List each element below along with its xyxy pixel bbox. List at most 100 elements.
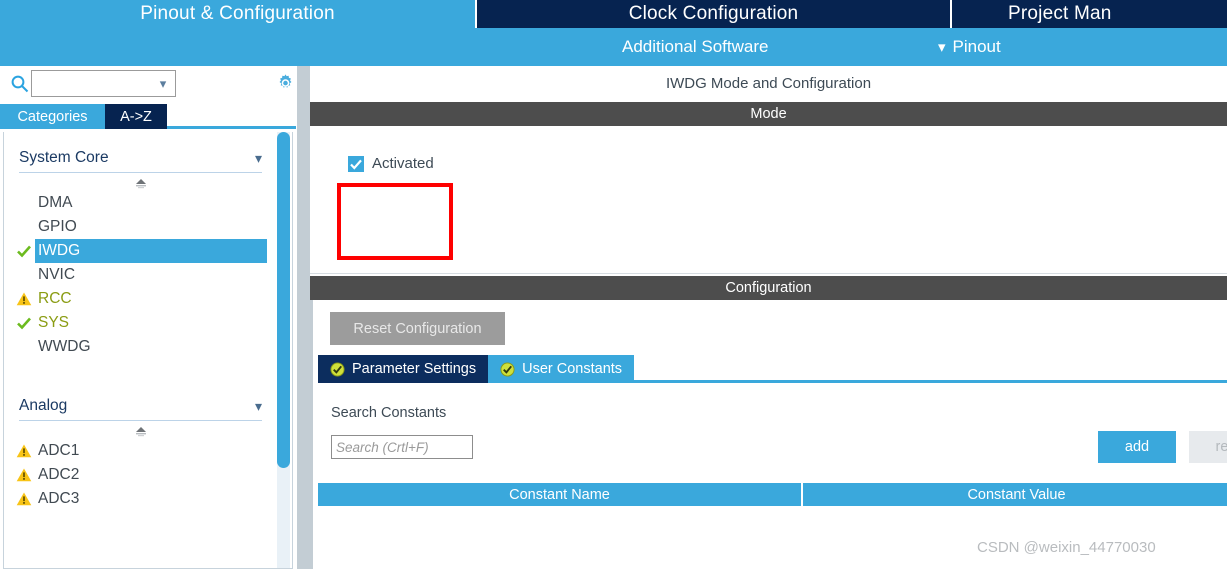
sidebar-item-adc2-label: ADC2 <box>38 466 80 483</box>
group-header-system-core-label: System Core <box>19 148 109 166</box>
constants-table-header: Constant Name Constant Value <box>318 483 1227 506</box>
search-constants-label-text: Search Constants <box>331 405 447 421</box>
tab-pinout-configuration-label: Pinout & Configuration <box>140 3 335 24</box>
add-constant-button[interactable]: add <box>1098 431 1176 463</box>
sidebar-item-rcc-label: RCC <box>38 290 72 307</box>
mode-section-body: Activated <box>310 126 1227 274</box>
tab-a-to-z-label: A->Z <box>120 108 152 125</box>
tab-user-constants[interactable]: User Constants <box>488 355 635 383</box>
sidebar-item-adc1[interactable]: ADC1 <box>4 439 277 463</box>
sidebar-item-iwdg[interactable]: IWDG <box>17 239 267 263</box>
peripheral-tree-content: System Core ▾ DMA GPIO IWDG NVIC RCC SYS… <box>4 132 277 568</box>
peripheral-tree: System Core ▾ DMA GPIO IWDG NVIC RCC SYS… <box>3 132 293 569</box>
panel-divider-scrollbar[interactable] <box>297 66 310 569</box>
chevron-down-icon: ▾ <box>254 397 262 414</box>
column-header-constant-name-label: Constant Name <box>509 486 610 503</box>
activated-checkbox[interactable] <box>348 155 364 172</box>
annotation-rectangle <box>337 183 453 260</box>
check-circle-icon <box>500 361 515 377</box>
mode-section-header: Mode <box>310 102 1227 126</box>
main-tab-bar: Pinout & Configuration Clock Configurati… <box>0 0 1227 28</box>
search-constants-input[interactable] <box>331 435 473 459</box>
tab-parameter-settings[interactable]: Parameter Settings <box>318 355 489 383</box>
watermark: CSDN @weixin_44770030 <box>977 539 1156 556</box>
add-constant-button-label: add <box>1124 439 1150 455</box>
remove-constant-button[interactable]: rem <box>1189 431 1227 463</box>
tab-pinout-configuration[interactable]: Pinout & Configuration <box>0 0 475 28</box>
tab-parameter-settings-label: Parameter Settings <box>352 361 477 377</box>
tab-clock-configuration-label: Clock Configuration <box>628 3 799 24</box>
secondary-bar: Additional Software ▾ Pinout <box>0 28 1227 66</box>
group-header-analog-label: Analog <box>19 396 68 414</box>
scroll-up-arrow-system-core[interactable] <box>4 175 277 191</box>
sidebar-item-nvic[interactable]: NVIC <box>4 263 277 287</box>
tab-categories[interactable]: Categories <box>0 104 105 129</box>
configuration-section-header: Configuration <box>310 276 1227 300</box>
sidebar-search-row: ▾ <box>0 66 296 101</box>
remove-constant-button-label: rem <box>1215 439 1227 455</box>
tab-project-manager[interactable]: Project Man <box>950 0 1227 28</box>
warning-icon <box>16 443 32 459</box>
configuration-section-label: Configuration <box>725 280 812 296</box>
search-icon <box>10 74 29 93</box>
peripheral-sidebar: ▾ Categories A->Z System Core ▾ DMA GPIO… <box>0 66 296 569</box>
page-title-label: IWDG Mode and Configuration <box>665 74 872 92</box>
tab-user-constants-label: User Constants <box>522 361 623 377</box>
column-header-constant-name[interactable]: Constant Name <box>318 483 803 506</box>
sidebar-item-wwdg-label: WWDG <box>38 338 91 355</box>
search-constants-label: Search Constants <box>331 405 446 421</box>
stm32cubemx-window: Pinout & Configuration Clock Configurati… <box>0 0 1227 569</box>
sidebar-item-adc1-label: ADC1 <box>38 442 80 459</box>
menu-pinout-label: Pinout <box>952 37 1001 56</box>
tab-categories-label: Categories <box>17 108 88 125</box>
warning-icon <box>16 491 32 507</box>
menu-additional-software[interactable]: Additional Software <box>622 28 768 66</box>
tab-a-to-z[interactable]: A->Z <box>105 104 167 129</box>
group-header-system-core[interactable]: System Core ▾ <box>19 143 262 173</box>
menu-additional-software-label: Additional Software <box>622 37 769 56</box>
warning-icon <box>16 467 32 483</box>
sidebar-item-adc2[interactable]: ADC2 <box>4 463 277 487</box>
check-icon <box>16 243 32 259</box>
activated-checkbox-label: Activated <box>372 155 434 172</box>
configuration-tab-bar: Parameter Settings User Constants <box>318 355 1227 383</box>
sidebar-scrollbar[interactable] <box>277 132 290 568</box>
warning-icon <box>16 291 32 307</box>
reset-configuration-button[interactable]: Reset Configuration <box>330 312 505 345</box>
tab-clock-configuration[interactable]: Clock Configuration <box>475 0 950 28</box>
sidebar-item-adc3[interactable]: ADC3 <box>4 487 277 511</box>
configuration-section-body: Reset Configuration Parameter Settings U… <box>310 300 1227 569</box>
constants-table-body <box>318 506 1227 569</box>
sidebar-scrollbar-thumb[interactable] <box>277 132 290 468</box>
sidebar-item-nvic-label: NVIC <box>38 266 76 283</box>
chevron-down-icon: ▾ <box>938 38 946 56</box>
sidebar-item-wwdg[interactable]: WWDG <box>4 335 277 359</box>
sidebar-item-sys[interactable]: SYS <box>4 311 277 335</box>
column-header-constant-value-label: Constant Value <box>967 486 1066 503</box>
sidebar-item-rcc[interactable]: RCC <box>4 287 277 311</box>
sidebar-item-gpio[interactable]: GPIO <box>4 215 277 239</box>
activated-checkbox-row[interactable]: Activated <box>348 155 434 172</box>
gear-icon[interactable] <box>275 73 296 94</box>
search-combobox[interactable]: ▾ <box>31 70 176 97</box>
page-title: IWDG Mode and Configuration <box>310 66 1227 100</box>
sidebar-item-adc3-label: ADC3 <box>38 490 80 507</box>
group-header-analog[interactable]: Analog ▾ <box>19 391 262 421</box>
reset-configuration-button-label: Reset Configuration <box>353 320 482 337</box>
chevron-down-icon: ▾ <box>254 149 262 166</box>
mode-section-label: Mode <box>750 106 787 122</box>
chevron-down-icon: ▾ <box>159 76 167 91</box>
configuration-panel: IWDG Mode and Configuration Mode Activat… <box>310 66 1227 569</box>
sidebar-tab-bar: Categories A->Z <box>0 104 296 129</box>
check-icon <box>16 315 32 331</box>
tab-project-manager-label: Project Man <box>1008 3 1112 24</box>
sidebar-item-iwdg-label: IWDG <box>38 242 81 259</box>
sidebar-item-gpio-label: GPIO <box>38 218 77 235</box>
sidebar-item-dma-label: DMA <box>38 194 73 211</box>
sidebar-item-dma[interactable]: DMA <box>4 191 277 215</box>
column-header-constant-value[interactable]: Constant Value <box>803 483 1227 506</box>
sidebar-item-sys-label: SYS <box>38 314 70 331</box>
menu-pinout[interactable]: ▾ Pinout <box>938 28 1001 66</box>
scroll-up-arrow-analog[interactable] <box>4 423 277 439</box>
check-circle-icon <box>330 361 345 377</box>
